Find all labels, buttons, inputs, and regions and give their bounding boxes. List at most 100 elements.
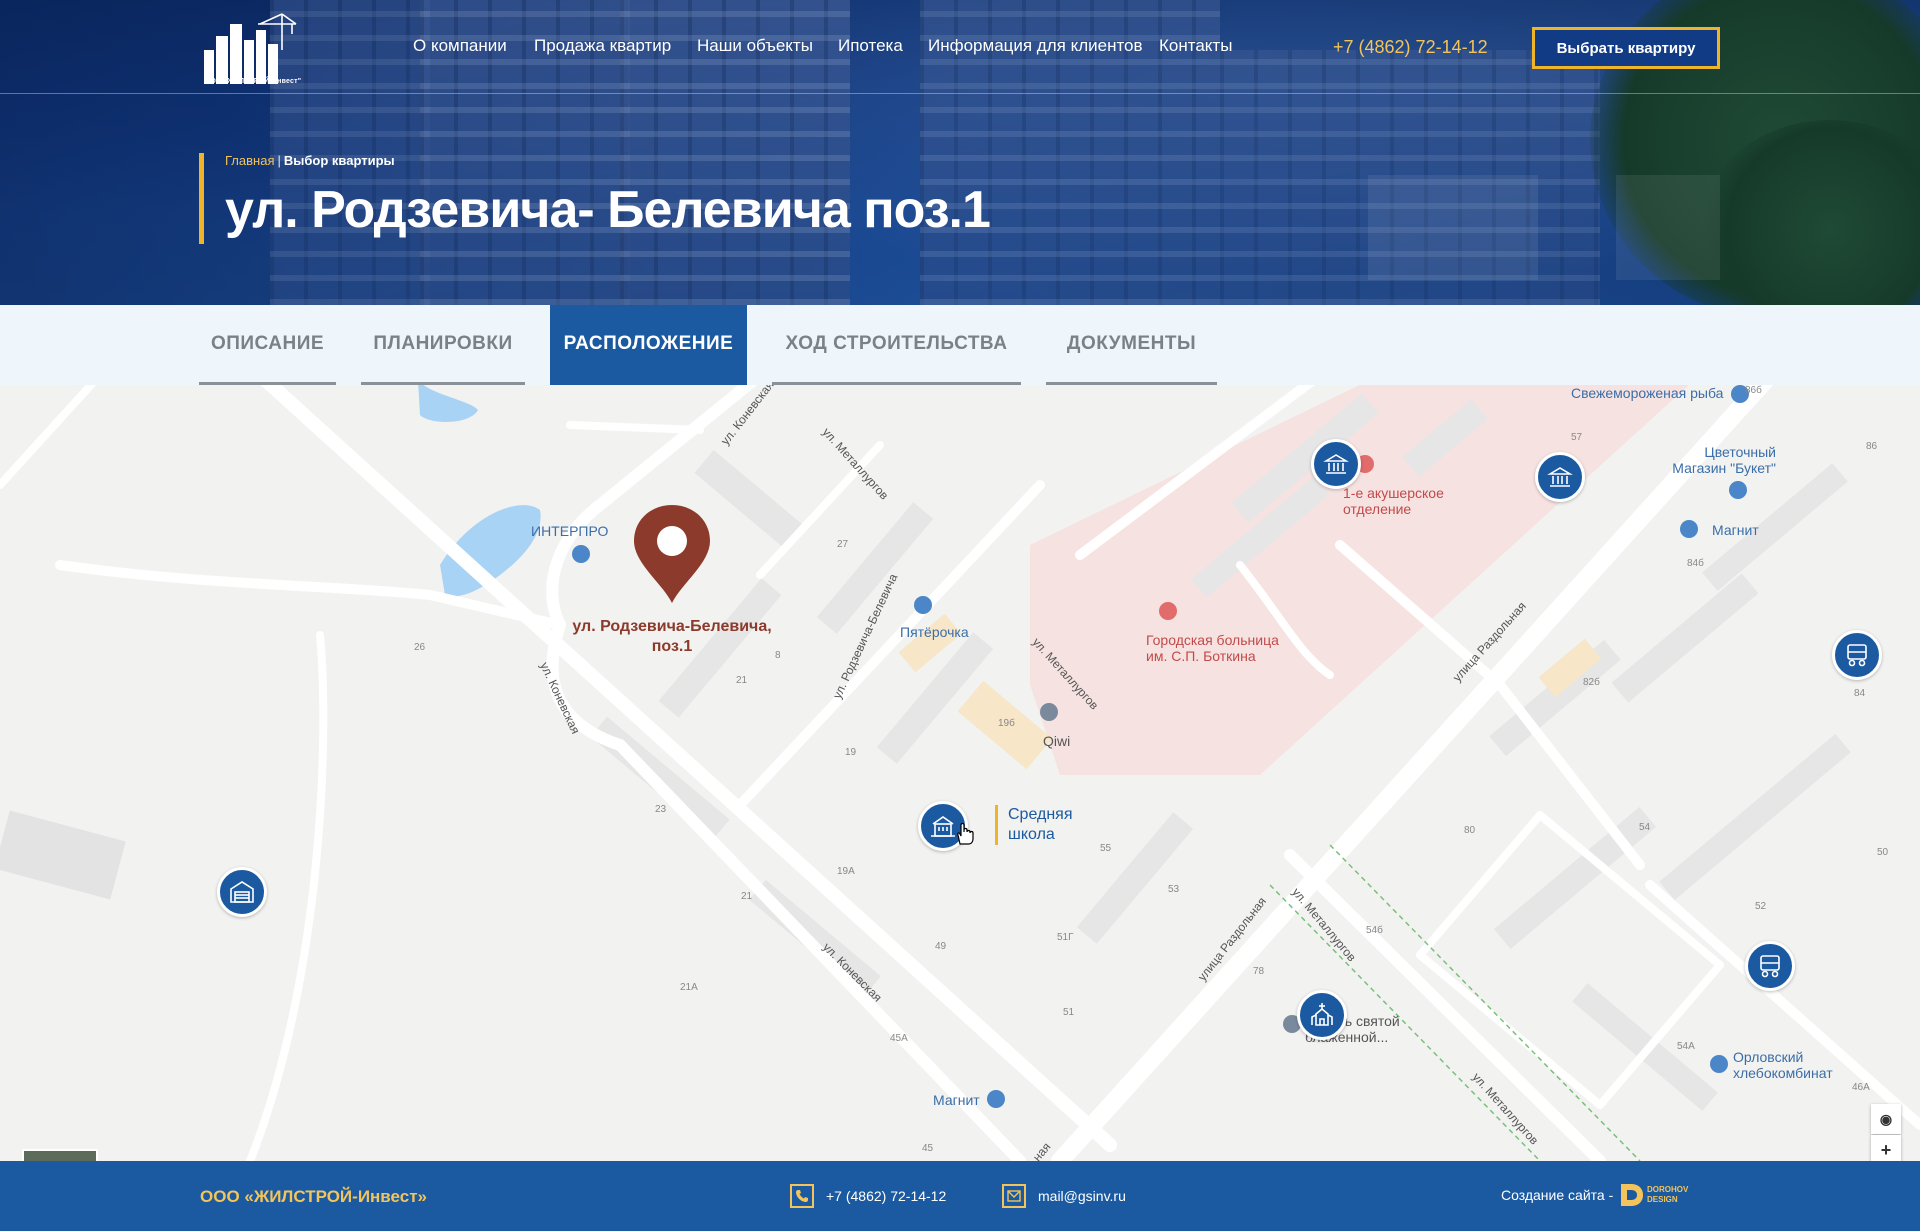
shop-icon[interactable] (572, 545, 590, 563)
cart-icon[interactable] (987, 1090, 1005, 1108)
zoom-in-button[interactable]: + (1871, 1135, 1901, 1161)
poi-label-hospital[interactable]: Городская больница им. С.П. Боткина (1146, 632, 1296, 664)
house-number: 84 (1854, 688, 1866, 699)
poi-label-pyaterochka[interactable]: Пятёрочка (900, 624, 969, 640)
nav-mortgage[interactable]: Ипотека (838, 36, 903, 56)
train-icon (1760, 955, 1780, 978)
breadcrumb-separator: | (277, 153, 281, 168)
shop-icon[interactable] (1710, 1055, 1728, 1073)
church-marker[interactable] (1297, 990, 1347, 1040)
garage-marker[interactable] (217, 867, 267, 917)
cart-icon[interactable] (914, 596, 932, 614)
footer: ООО «ЖИЛСТРОЙ-Инвест» +7 (4862) 72-14-12… (0, 1161, 1920, 1231)
house-number: 50 (1877, 847, 1889, 858)
house-number: 19А (837, 866, 855, 877)
decor-block (1368, 175, 1538, 280)
house-number: 54А (1677, 1041, 1695, 1052)
footer-company: ООО «ЖИЛСТРОЙ-Инвест» (200, 1187, 427, 1206)
house-number: 21 (741, 891, 753, 902)
location-map[interactable]: ИНТЕРПРО Пятёрочка Qiwi Городская больни… (0, 385, 1920, 1161)
hero-banner: ООО "ЖИЛСТРОЙ-Инвест" О компании Продажа… (0, 0, 1920, 305)
hospital-icon[interactable] (1159, 602, 1177, 620)
header-phone[interactable]: +7 (4862) 72-14-12 (1333, 37, 1488, 58)
map-pin-icon[interactable] (1040, 703, 1058, 721)
bank-marker[interactable] (1535, 452, 1585, 502)
train-marker[interactable] (1832, 630, 1882, 680)
house-number: 46А (1852, 1082, 1870, 1093)
choose-apartment-button[interactable]: Выбрать квартиру (1532, 27, 1720, 69)
poi-label-maternity[interactable]: 1-е акушерское отделение (1343, 485, 1463, 517)
house-number: 23 (655, 804, 667, 815)
house-number: 21 (736, 675, 748, 686)
house-number: 8 (775, 650, 781, 661)
poi-label-fish[interactable]: Свежемороженая рыба (1571, 385, 1723, 401)
studio-name-line2: DESIGN (1647, 1195, 1678, 1204)
logo-text: ООО "ЖИЛСТРОЙ-Инвест" (204, 78, 302, 85)
breadcrumb-current: Выбор квартиры (283, 153, 395, 168)
poi-label-bakery[interactable]: Орловский хлебокомбинат (1733, 1049, 1853, 1081)
tab-construction-progress[interactable]: ХОД СТРОИТЕЛЬСТВА (772, 305, 1021, 385)
house-number: 49 (935, 941, 947, 952)
nav-objects[interactable]: Наши объекты (697, 36, 813, 56)
hand-cursor-icon (957, 822, 974, 845)
house-number: 78 (1253, 966, 1265, 977)
poi-label-flowers[interactable]: Цветочный Магазин "Букет" (1656, 444, 1776, 476)
footer-email[interactable]: mail@gsinv.ru (1002, 1181, 1126, 1211)
poi-label-magnit-bottom[interactable]: Магнит (933, 1092, 980, 1108)
page-title: ул. Родзевича- Белевича поз.1 (225, 181, 991, 239)
house-number: 80 (1464, 825, 1476, 836)
nav-client-info[interactable]: Информация для клиентов (928, 36, 1143, 56)
school-tooltip: Средняя школа (995, 805, 1085, 845)
nav-sales[interactable]: Продажа квартир (534, 36, 671, 56)
house-number: 52 (1755, 901, 1767, 912)
garage-icon (230, 881, 254, 903)
title-accent-bar (199, 153, 204, 244)
header-divider (0, 93, 1920, 94)
tab-description[interactable]: ОПИСАНИЕ (199, 305, 336, 385)
house-number: 19 (845, 747, 857, 758)
train-icon (1847, 644, 1867, 667)
nav-about[interactable]: О компании (413, 36, 507, 56)
footer-phone-text[interactable]: +7 (4862) 72-14-12 (826, 1188, 946, 1204)
house-number: 51 (1063, 1007, 1075, 1018)
tab-layouts[interactable]: ПЛАНИРОВКИ (361, 305, 525, 385)
mail-icon (1002, 1184, 1026, 1208)
house-number: 82б (1583, 677, 1600, 688)
main-marker-label: ул. Родзевича-Белевича, поз.1 (572, 618, 772, 655)
house-number: 55 (1100, 843, 1112, 854)
house-number: 57 (1571, 432, 1583, 443)
studio-name-line1: DOROHOV (1647, 1185, 1689, 1194)
house-number: 26 (414, 642, 426, 653)
cart-icon[interactable] (1680, 520, 1698, 538)
poi-label-interpro[interactable]: ИНТЕРПРО (531, 523, 608, 539)
bank-icon (1547, 467, 1573, 487)
house-number: 54 (1639, 822, 1651, 833)
main-location-pin-icon[interactable] (632, 503, 712, 605)
footer-email-text[interactable]: mail@gsinv.ru (1038, 1188, 1126, 1204)
house-number: 53 (1168, 884, 1180, 895)
house-number: 54б (1366, 925, 1383, 936)
house-number: 51Г (1057, 932, 1074, 943)
phone-icon (790, 1184, 814, 1208)
tab-documents[interactable]: ДОКУМЕНТЫ (1046, 305, 1217, 385)
breadcrumb: Главная | Выбор квартиры (225, 153, 395, 168)
breadcrumb-home[interactable]: Главная (225, 153, 274, 168)
studio-name: DOROHOV DESIGN (1647, 1185, 1688, 1205)
logo-buildings-icon[interactable] (200, 10, 300, 88)
poi-label-magnit-top[interactable]: Магнит (1712, 522, 1759, 538)
shop-icon[interactable] (1729, 481, 1747, 499)
locate-button[interactable]: ◉ (1871, 1104, 1901, 1134)
house-number: 86б (1745, 385, 1762, 396)
satellite-toggle[interactable] (22, 1149, 98, 1161)
house-number: 86 (1866, 441, 1878, 452)
bank-marker[interactable] (1311, 439, 1361, 489)
footer-made-by: Создание сайта - (1501, 1187, 1614, 1203)
house-number: 84б (1687, 558, 1704, 569)
church-icon (1311, 1003, 1333, 1026)
tab-location[interactable]: РАСПОЛОЖЕНИЕ (550, 305, 747, 385)
bank-icon (1323, 454, 1349, 474)
train-marker[interactable] (1745, 941, 1795, 991)
nav-contacts[interactable]: Контакты (1159, 36, 1232, 56)
poi-label-qiwi[interactable]: Qiwi (1043, 733, 1070, 749)
footer-phone[interactable]: +7 (4862) 72-14-12 (790, 1181, 946, 1211)
